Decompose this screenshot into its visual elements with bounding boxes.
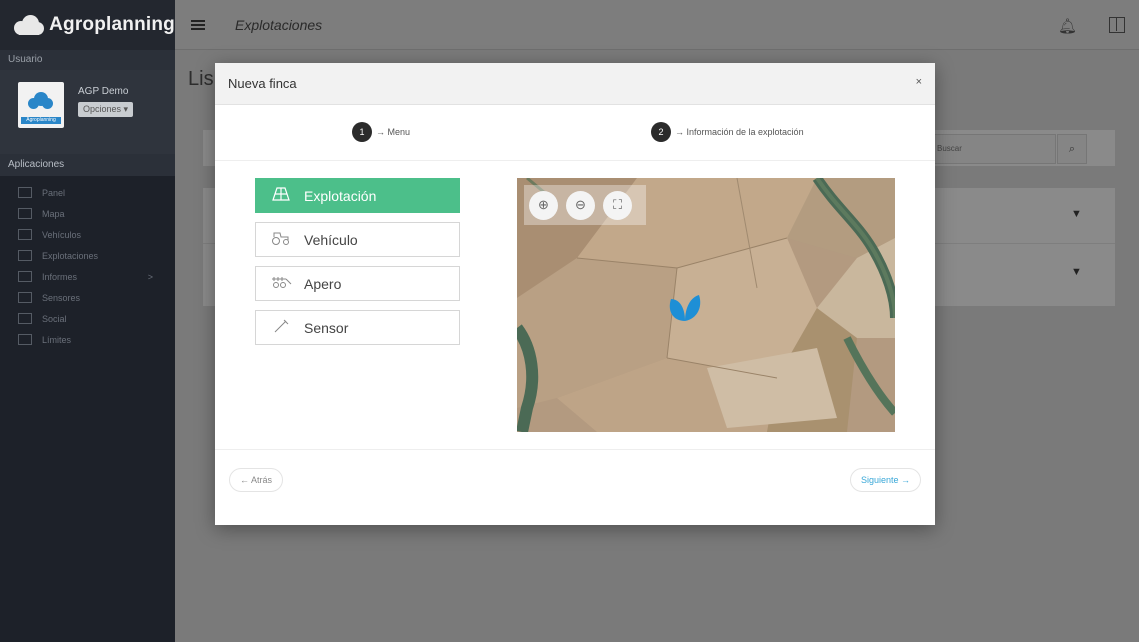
sidebar: Agroplanning Usuario Agroplanning AGP De… (0, 0, 175, 642)
step-label: → Información de la explotación (675, 127, 804, 137)
avatar-caption: Agroplanning (21, 117, 61, 124)
hamburger-menu-icon[interactable] (191, 18, 205, 32)
user-section-label: Usuario (0, 50, 175, 70)
implement-icon (268, 275, 294, 292)
sidebar-item-label: Panel (42, 187, 66, 198)
brand-name: Agroplanning (49, 14, 175, 35)
field-icon (268, 187, 294, 204)
tractor-icon (18, 229, 32, 240)
menu-item-label: Apero (304, 275, 342, 292)
options-button[interactable]: Opciones ▾ (78, 102, 134, 117)
menu-item-sensor[interactable]: Sensor (255, 310, 460, 345)
zoom-out-button[interactable]: ⊖ (566, 190, 595, 220)
limits-icon (18, 334, 32, 345)
sidebar-item-informes[interactable]: Informes > (0, 266, 175, 287)
type-menu: Explotación Vehículo Apero Sensor (255, 178, 460, 354)
modal-footer: ← Atrás Siguiente → (215, 449, 935, 525)
sidebar-item-vehiculos[interactable]: Vehículos (0, 224, 175, 245)
field-icon (18, 250, 32, 261)
zoom-in-icon: ⊕ (538, 197, 549, 212)
step-label: → Menu (376, 127, 411, 137)
side-panel-icon[interactable] (1109, 17, 1125, 33)
background-page-title: Lis (188, 68, 214, 90)
sidebar-item-panel[interactable]: Panel (0, 182, 175, 203)
step-farm-info[interactable]: 2 → Información de la explotación (651, 122, 804, 142)
sidebar-item-sensores[interactable]: Sensores (0, 287, 175, 308)
search-button[interactable]: ⌕ (1057, 134, 1087, 164)
chevron-right-icon: > (147, 271, 153, 282)
sidebar-item-label: Vehículos (42, 229, 82, 240)
sensor-icon (18, 292, 32, 303)
zoom-out-icon: ⊖ (575, 197, 586, 212)
sidebar-item-mapa[interactable]: Mapa (0, 203, 175, 224)
apps-section-label: Aplicaciones (0, 154, 175, 176)
social-icon (18, 313, 32, 324)
sidebar-item-label: Mapa (42, 208, 65, 219)
modal-header: Nueva finca (215, 63, 935, 105)
sidebar-item-label: Informes (42, 271, 78, 282)
user-name: AGP Demo (78, 86, 129, 97)
search-input[interactable]: Buscar (930, 134, 1056, 164)
new-farm-modal: Nueva finca × 1 → Menu 2 → Información d… (215, 63, 935, 525)
cloud-logo-icon (14, 14, 44, 36)
user-box: Agroplanning AGP Demo Opciones ▾ (0, 70, 175, 154)
satellite-map[interactable]: ⊕ ⊖ ⛶ (517, 178, 895, 432)
sidebar-item-social[interactable]: Social (0, 308, 175, 329)
sidebar-item-limites[interactable]: Límites (0, 329, 175, 350)
map-controls: ⊕ ⊖ ⛶ (524, 185, 646, 225)
grid-icon (18, 187, 32, 198)
map-icon (18, 208, 32, 219)
brand[interactable]: Agroplanning (0, 0, 175, 50)
sidebar-item-label: Sensores (42, 292, 81, 303)
close-icon[interactable]: × (916, 76, 922, 88)
sidebar-item-label: Límites (42, 334, 72, 345)
farm-marker-icon[interactable] (665, 293, 705, 325)
location-pin-icon[interactable]: ▼ (1071, 266, 1082, 278)
fullscreen-icon: ⛶ (612, 197, 623, 212)
search-icon: ⌕ (1068, 143, 1076, 155)
menu-item-label: Explotación (304, 187, 377, 204)
menu-item-label: Sensor (304, 319, 349, 336)
menu-item-explotacion[interactable]: Explotación (255, 178, 460, 213)
modal-title: Nueva finca (228, 76, 297, 91)
location-pin-icon[interactable]: ▼ (1071, 208, 1082, 220)
bell-icon[interactable]: 🔔︎ (1058, 17, 1077, 35)
report-icon (18, 271, 32, 282)
sensor-icon (268, 319, 294, 336)
back-button[interactable]: ← Atrás (229, 468, 284, 492)
menu-item-apero[interactable]: Apero (255, 266, 460, 301)
avatar: Agroplanning (18, 82, 64, 128)
next-button[interactable]: Siguiente → (849, 468, 921, 492)
menu-item-vehiculo[interactable]: Vehículo (255, 222, 460, 257)
fullscreen-button[interactable]: ⛶ (603, 190, 632, 220)
page-title: Explotaciones (235, 16, 323, 33)
topbar: Explotaciones 🔔︎ (175, 0, 1139, 50)
step-number: 2 (651, 122, 671, 142)
step-menu[interactable]: 1 → Menu (352, 122, 410, 142)
menu-item-label: Vehículo (304, 231, 358, 248)
wizard-steps: 1 → Menu 2 → Información de la explotaci… (215, 105, 935, 161)
sidebar-item-label: Social (42, 313, 67, 324)
sidebar-item-label: Explotaciones (42, 250, 99, 261)
zoom-in-button[interactable]: ⊕ (529, 190, 558, 220)
sidebar-item-explotaciones[interactable]: Explotaciones (0, 245, 175, 266)
step-number: 1 (352, 122, 372, 142)
tractor-icon (268, 231, 294, 248)
